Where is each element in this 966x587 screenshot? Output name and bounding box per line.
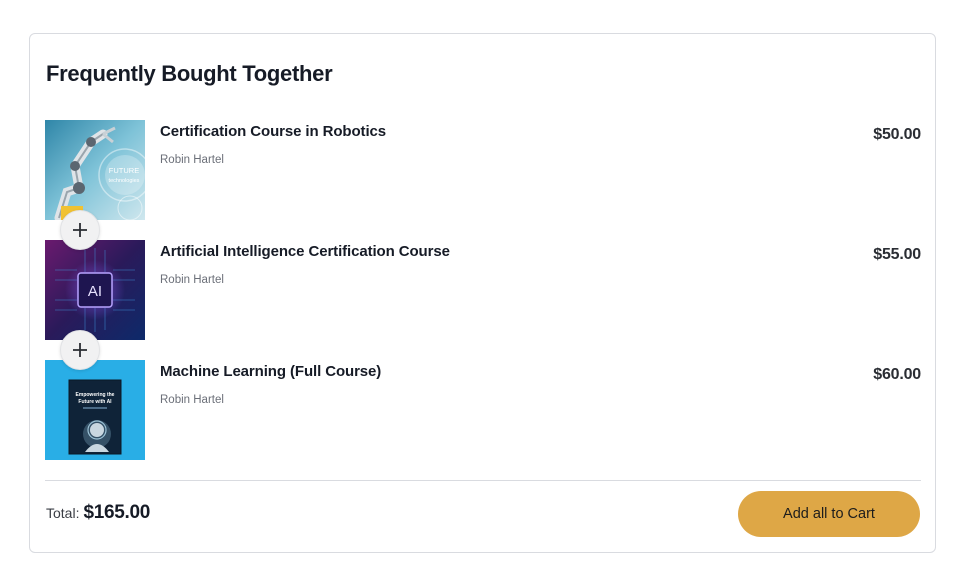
thumb-text-line1: Empowering the: [76, 392, 115, 398]
item-author: Robin Hartel: [160, 154, 224, 166]
add-all-to-cart-button[interactable]: Add all to Cart: [738, 491, 920, 537]
thumb-text-line2: Future with AI: [78, 399, 112, 405]
item-name[interactable]: Machine Learning (Full Course): [160, 363, 381, 380]
item-name[interactable]: Artificial Intelligence Certification Co…: [160, 243, 450, 260]
bundle-item-ai: AI Artificial Intelligence Certification…: [45, 240, 921, 340]
total-row: Total: $165.00: [46, 502, 150, 524]
thumb-text-future: FUTURE: [109, 166, 139, 175]
book-cover-thumbnail[interactable]: Empowering the Future with AI: [45, 360, 145, 460]
item-author: Robin Hartel: [160, 394, 224, 406]
item-name[interactable]: Certification Course in Robotics: [160, 123, 386, 140]
section-title: Frequently Bought Together: [46, 61, 333, 86]
frequently-bought-together-card: Frequently Bought Together FUTURE techno…: [29, 33, 936, 553]
item-author: Robin Hartel: [160, 274, 224, 286]
total-value: $165.00: [83, 502, 151, 523]
ai-chip-thumbnail[interactable]: AI: [45, 240, 145, 340]
thumb-text-ai: AI: [88, 283, 102, 300]
item-price: $55.00: [873, 246, 921, 263]
total-label: Total:: [46, 505, 80, 521]
item-price: $60.00: [873, 366, 921, 383]
bundle-item-ml: Empowering the Future with AI Machine Le…: [45, 360, 921, 460]
thumb-text-technologies: technologies: [109, 178, 140, 184]
robot-arm-thumbnail[interactable]: FUTURE technologies: [45, 120, 145, 220]
item-price: $50.00: [873, 126, 921, 143]
plus-icon: [60, 210, 100, 250]
divider: [45, 480, 921, 481]
plus-icon: [60, 330, 100, 370]
bundle-item-robotics: FUTURE technologies Certification Course…: [45, 120, 921, 220]
